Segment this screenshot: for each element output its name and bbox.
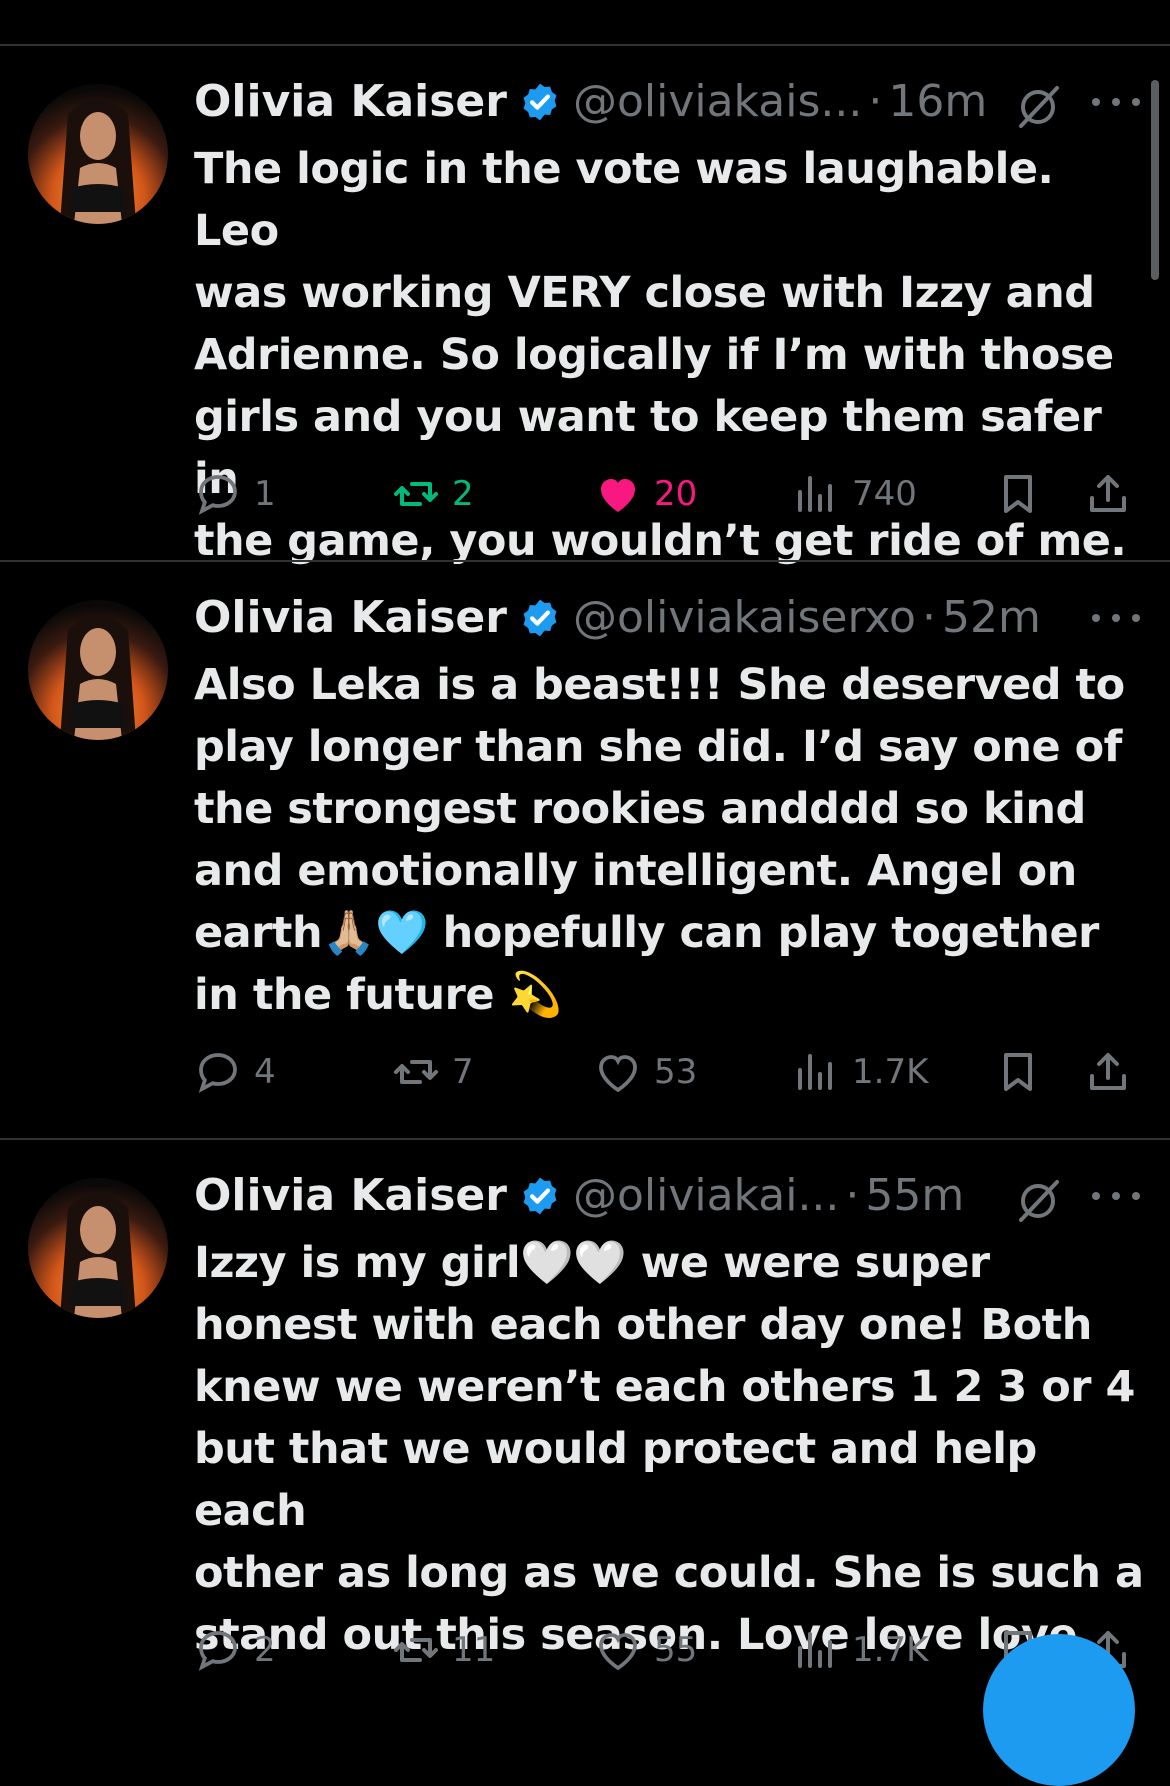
author-handle[interactable]: @oliviakai... bbox=[573, 1168, 839, 1224]
retweet-button[interactable]: 7 bbox=[392, 1042, 474, 1102]
views-count: 740 bbox=[852, 474, 917, 514]
retweet-count: 7 bbox=[452, 1052, 474, 1092]
author-handle[interactable]: @oliviakais... bbox=[573, 74, 862, 130]
timestamp[interactable]: 16m bbox=[888, 74, 987, 130]
heart-icon bbox=[599, 1633, 637, 1671]
separator: · bbox=[921, 592, 936, 643]
tweet-header: Olivia Kaiser @oliviakaiserxo · 52m bbox=[194, 590, 1041, 646]
author-handle[interactable]: @oliviakaiserxo bbox=[573, 590, 916, 646]
avatar-image bbox=[60, 1193, 136, 1318]
views-icon bbox=[798, 1054, 832, 1090]
reply-icon bbox=[198, 475, 237, 515]
tweet-text: Izzy is my girl🤍🤍 we were super honest w… bbox=[194, 1238, 1144, 1660]
views-button[interactable]: 740 bbox=[792, 464, 917, 524]
reply-button[interactable]: 2 bbox=[194, 1620, 276, 1680]
author-name[interactable]: Olivia Kaiser bbox=[194, 590, 507, 646]
reply-count: 2 bbox=[254, 1630, 276, 1670]
retweet-icon bbox=[394, 482, 438, 506]
tweet[interactable]: Olivia Kaiser @oliviakais... · 16m The l… bbox=[0, 46, 1170, 566]
tweet-actions: 4 7 53 1.7K bbox=[194, 1042, 1154, 1102]
views-button[interactable]: 1.7K bbox=[792, 1042, 928, 1102]
timestamp[interactable]: 52m bbox=[942, 590, 1041, 646]
retweet-button[interactable]: 11 bbox=[392, 1620, 495, 1680]
reply-button[interactable]: 4 bbox=[194, 1042, 276, 1102]
heart-icon bbox=[599, 1055, 637, 1093]
retweet-button[interactable]: 2 bbox=[392, 464, 474, 524]
reply-icon bbox=[198, 1631, 237, 1671]
retweet-count: 11 bbox=[452, 1630, 496, 1670]
tweet[interactable]: Olivia Kaiser @oliviakai... · 55m Izzy i… bbox=[0, 1140, 1170, 1700]
timestamp[interactable]: 55m bbox=[865, 1168, 964, 1224]
reply-button[interactable]: 1 bbox=[194, 464, 276, 524]
bookmark-icon bbox=[1004, 475, 1032, 513]
avatar[interactable] bbox=[28, 1178, 168, 1318]
tweet-header: Olivia Kaiser @oliviakais... · 16m bbox=[194, 74, 987, 130]
avatar-image bbox=[60, 615, 136, 740]
tweet[interactable]: Olivia Kaiser @oliviakaiserxo · 52m Also… bbox=[0, 562, 1170, 1140]
bookmark-button[interactable] bbox=[994, 464, 1054, 524]
like-button[interactable]: 20 bbox=[594, 464, 697, 524]
bookmark-button[interactable] bbox=[994, 1042, 1054, 1102]
bookmark-icon[interactable] bbox=[1000, 0, 1036, 4]
tweet-text: Also Leka is a beast!!! She deserved to … bbox=[194, 660, 1125, 1020]
reply-icon bbox=[198, 1053, 237, 1093]
share-icon bbox=[1090, 1053, 1126, 1090]
views-count: 1.7K bbox=[852, 1630, 929, 1670]
verified-badge-icon bbox=[523, 83, 557, 121]
verified-badge-icon bbox=[523, 1177, 557, 1215]
separator: · bbox=[845, 1170, 860, 1221]
separator: · bbox=[868, 76, 883, 127]
like-count: 53 bbox=[654, 1052, 698, 1092]
verified-badge-icon bbox=[523, 599, 557, 637]
share-button[interactable] bbox=[1084, 1042, 1144, 1102]
views-icon bbox=[798, 1632, 832, 1668]
share-button[interactable] bbox=[1084, 464, 1144, 524]
views-button[interactable]: 1.7K bbox=[792, 1620, 928, 1680]
like-button[interactable]: 53 bbox=[594, 1042, 697, 1102]
avatar-image bbox=[60, 99, 136, 224]
like-count: 20 bbox=[654, 474, 698, 514]
like-count: 55 bbox=[654, 1630, 698, 1670]
retweet-icon bbox=[394, 1638, 438, 1662]
bookmark-icon bbox=[1004, 1053, 1032, 1091]
share-icon bbox=[1090, 475, 1126, 512]
reply-count: 4 bbox=[254, 1052, 276, 1092]
views-count: 1.7K bbox=[852, 1052, 929, 1092]
author-name[interactable]: Olivia Kaiser bbox=[194, 1168, 507, 1224]
compose-button[interactable] bbox=[983, 1634, 1135, 1786]
retweet-count: 2 bbox=[452, 474, 474, 514]
grok-icon[interactable] bbox=[1015, 84, 1061, 130]
retweet-icon bbox=[394, 1060, 438, 1084]
more-icon[interactable] bbox=[1092, 1172, 1140, 1220]
more-icon[interactable] bbox=[1092, 78, 1140, 126]
avatar[interactable] bbox=[28, 600, 168, 740]
grok-icon[interactable] bbox=[1015, 1178, 1061, 1224]
views-icon bbox=[798, 476, 832, 512]
heart-icon bbox=[601, 479, 635, 512]
more-icon[interactable] bbox=[1092, 594, 1140, 642]
reply-count: 1 bbox=[254, 474, 276, 514]
like-button[interactable]: 55 bbox=[594, 1620, 697, 1680]
tweet-actions: 1 2 20 740 bbox=[194, 464, 1154, 524]
author-name[interactable]: Olivia Kaiser bbox=[194, 74, 507, 130]
avatar[interactable] bbox=[28, 84, 168, 224]
tweet-header: Olivia Kaiser @oliviakai... · 55m bbox=[194, 1168, 964, 1224]
